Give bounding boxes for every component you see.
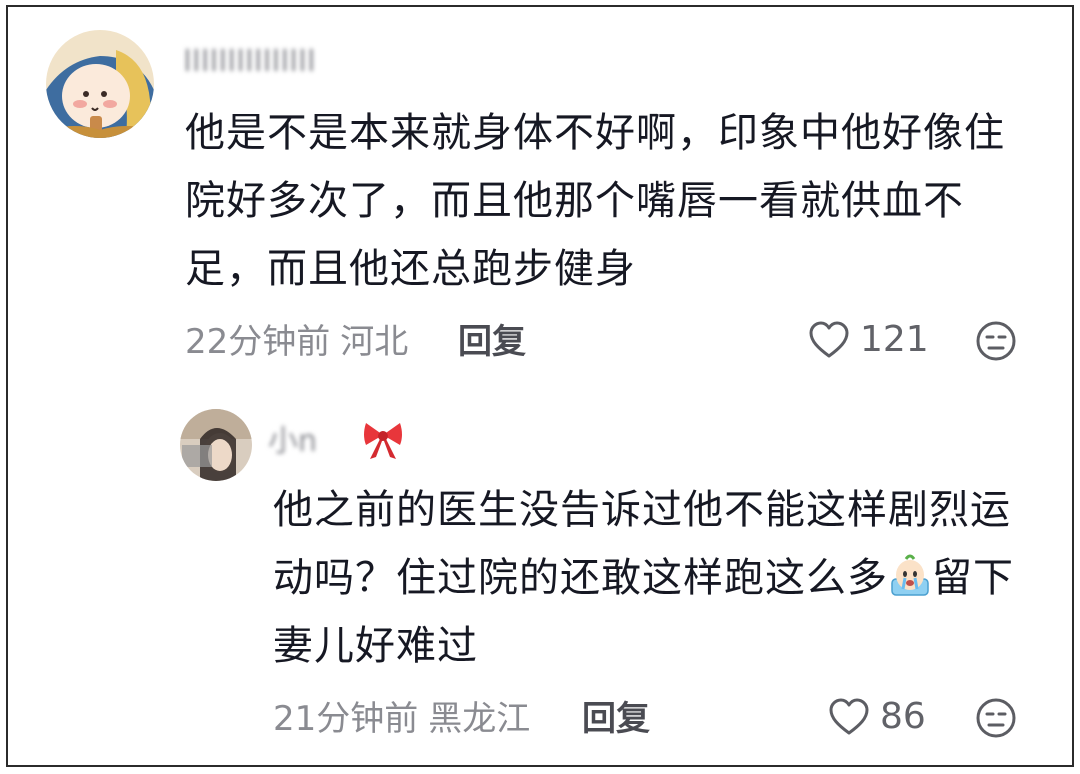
comment-time: 22分钟前	[185, 322, 331, 362]
avatar-photo-icon	[180, 409, 252, 481]
reply-like-button[interactable]: 86	[828, 697, 926, 737]
comment-location: 河北	[340, 322, 409, 362]
reply-reply-button[interactable]: 回复	[582, 699, 650, 739]
comment-meta: 22分钟前 河北	[185, 322, 418, 362]
frown-face-icon	[976, 321, 1016, 361]
user-avatar[interactable]	[46, 30, 154, 138]
avatar-illustration-icon	[46, 30, 154, 138]
like-button[interactable]: 121	[808, 320, 929, 360]
reply-like-count: 86	[880, 696, 926, 737]
like-count: 121	[860, 319, 929, 360]
frown-face-icon	[976, 698, 1016, 738]
reply-comment-location: 黑龙江	[428, 699, 531, 739]
reply-comment-meta: 21分钟前 黑龙江	[273, 699, 540, 739]
comment-panel: IIIIIIIIIIIIIII 他是不是本来就身体不好啊，印象中他好像住院好多次…	[6, 5, 1074, 767]
dislike-button[interactable]	[975, 320, 1017, 366]
username[interactable]: IIIIIIIIIIIIIII	[183, 45, 316, 79]
crying-emoji-icon	[888, 550, 932, 596]
reply-button[interactable]: 回复	[458, 322, 526, 362]
comment-text: 他是不是本来就身体不好啊，印象中他好像住院好多次了，而且他那个嘴唇一看就供血不足…	[185, 110, 1005, 292]
reply-comment-text: 他之前的医生没告诉过他不能这样剧烈运动吗？住过院的还敢这样跑这么多 留下妻儿好难…	[273, 476, 1043, 680]
reply-username-text: 小n	[268, 424, 318, 459]
reply-user-avatar[interactable]	[180, 409, 252, 481]
reply-comment-time: 21分钟前	[273, 699, 419, 739]
reply-dislike-button[interactable]	[975, 697, 1017, 743]
reply-username[interactable]: 小n	[268, 425, 317, 459]
red-bow-icon	[360, 417, 406, 465]
heart-outline-icon	[829, 698, 869, 735]
heart-outline-icon	[809, 321, 849, 358]
